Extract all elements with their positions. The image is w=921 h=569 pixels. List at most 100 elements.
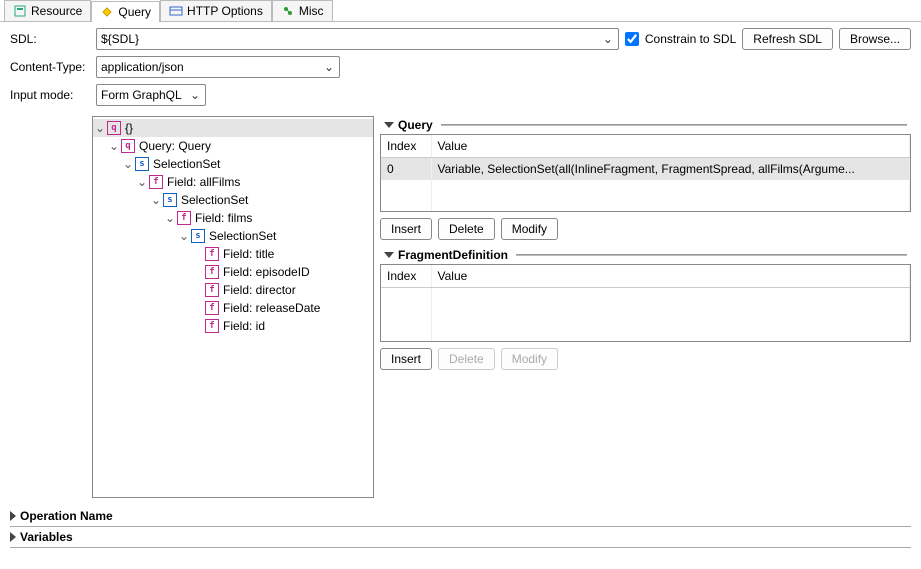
tab-label: Misc: [299, 4, 324, 18]
tab-http-options[interactable]: HTTP Options: [160, 0, 272, 21]
section-title: FragmentDefinition: [398, 248, 508, 262]
input-mode-label: Input mode:: [10, 88, 90, 102]
fragment-section-header[interactable]: FragmentDefinition: [380, 246, 911, 264]
table-row[interactable]: [381, 306, 910, 324]
chevron-down-icon: ⌄: [189, 88, 201, 102]
tab-label: Resource: [31, 4, 82, 18]
tab-misc[interactable]: Misc: [272, 0, 333, 21]
twisty-icon[interactable]: ⌄: [107, 139, 121, 153]
refresh-sdl-button[interactable]: Refresh SDL: [742, 28, 833, 50]
tree-label: Field: title: [223, 247, 274, 261]
tree-root[interactable]: ⌄ q {}: [93, 119, 373, 137]
http-icon: [169, 4, 183, 18]
delete-button[interactable]: Delete: [438, 218, 495, 240]
tree-selectionset[interactable]: ⌄ s SelectionSet: [93, 191, 373, 209]
variables-expander[interactable]: Variables: [10, 527, 911, 548]
badge-f-icon: f: [205, 301, 219, 315]
twisty-icon[interactable]: ⌄: [149, 193, 163, 207]
badge-f-icon: f: [205, 247, 219, 261]
table-row[interactable]: 0 Variable, SelectionSet(all(InlineFragm…: [381, 158, 910, 181]
operation-name-expander[interactable]: Operation Name: [10, 506, 911, 527]
tree-label: SelectionSet: [153, 157, 220, 171]
constrain-checkbox[interactable]: [625, 32, 639, 46]
tree-label: Field: id: [223, 319, 265, 333]
insert-button[interactable]: Insert: [380, 348, 432, 370]
twisty-icon[interactable]: ⌄: [93, 121, 107, 135]
twisty-icon: ⌄: [191, 265, 205, 279]
table-row[interactable]: [381, 288, 910, 306]
tree-label: SelectionSet: [181, 193, 248, 207]
badge-s-icon: s: [191, 229, 205, 243]
table-row[interactable]: [381, 324, 910, 342]
col-value[interactable]: Value: [431, 135, 910, 158]
delete-button[interactable]: Delete: [438, 348, 495, 370]
tree-selectionset[interactable]: ⌄ s SelectionSet: [93, 227, 373, 245]
modify-button[interactable]: Modify: [501, 348, 558, 370]
badge-s-icon: s: [163, 193, 177, 207]
tab-resource[interactable]: Resource: [4, 0, 91, 21]
badge-f-icon: f: [149, 175, 163, 189]
resource-icon: [13, 4, 27, 18]
tab-query[interactable]: Query: [91, 1, 160, 22]
badge-f-icon: f: [205, 283, 219, 297]
table-row[interactable]: [381, 180, 910, 198]
tree-query[interactable]: ⌄ q Query: Query: [93, 137, 373, 155]
sdl-combo[interactable]: ${SDL} ⌄: [96, 28, 619, 50]
insert-button[interactable]: Insert: [380, 218, 432, 240]
badge-f-icon: f: [205, 319, 219, 333]
modify-button[interactable]: Modify: [501, 218, 558, 240]
sdl-label: SDL:: [10, 32, 90, 46]
twisty-icon[interactable]: ⌄: [177, 229, 191, 243]
tree-selectionset[interactable]: ⌄ s SelectionSet: [93, 155, 373, 173]
tree-field-leaf[interactable]: ⌄ f Field: director: [93, 281, 373, 299]
tree-field-leaf[interactable]: ⌄ f Field: id: [93, 317, 373, 335]
expander-label: Variables: [20, 530, 73, 544]
query-table[interactable]: Index Value 0 Variable, SelectionSet(all…: [381, 135, 910, 212]
fragment-table-panel: Index Value: [380, 264, 911, 342]
expander-label: Operation Name: [20, 509, 113, 523]
input-mode-combo[interactable]: Form GraphQL ⌄: [96, 84, 206, 106]
tree-field-leaf[interactable]: ⌄ f Field: episodeID: [93, 263, 373, 281]
twisty-icon[interactable]: ⌄: [163, 211, 177, 225]
badge-f-icon: f: [205, 265, 219, 279]
col-index[interactable]: Index: [381, 135, 431, 158]
tree-label: Field: episodeID: [223, 265, 310, 279]
content-type-value: application/json: [101, 60, 323, 74]
cell-value: Variable, SelectionSet(all(InlineFragmen…: [431, 158, 910, 181]
chevron-down-icon: [384, 122, 394, 128]
tree-field-leaf[interactable]: ⌄ f Field: releaseDate: [93, 299, 373, 317]
tree-field-leaf[interactable]: ⌄ f Field: title: [93, 245, 373, 263]
badge-s-icon: s: [135, 157, 149, 171]
fragment-table[interactable]: Index Value: [381, 265, 910, 342]
constrain-label: Constrain to SDL: [645, 32, 736, 46]
twisty-icon[interactable]: ⌄: [121, 157, 135, 171]
badge-q-icon: q: [121, 139, 135, 153]
col-index[interactable]: Index: [381, 265, 431, 288]
tree-label: Field: releaseDate: [223, 301, 320, 315]
query-section-header[interactable]: Query: [380, 116, 911, 134]
badge-f-icon: f: [177, 211, 191, 225]
twisty-icon: ⌄: [191, 283, 205, 297]
section-title: Query: [398, 118, 433, 132]
misc-icon: [281, 4, 295, 18]
browse-button[interactable]: Browse...: [839, 28, 911, 50]
tab-bar: Resource Query HTTP Options Misc: [0, 0, 921, 22]
tree-field-films[interactable]: ⌄ f Field: films: [93, 209, 373, 227]
table-row[interactable]: [381, 198, 910, 212]
chevron-down-icon: [384, 252, 394, 258]
tab-label: HTTP Options: [187, 4, 263, 18]
col-value[interactable]: Value: [431, 265, 910, 288]
twisty-icon[interactable]: ⌄: [135, 175, 149, 189]
tree-label: {}: [125, 121, 133, 135]
chevron-right-icon: [10, 511, 16, 521]
tree-label: Field: allFilms: [167, 175, 240, 189]
input-mode-value: Form GraphQL: [101, 88, 189, 102]
tree-field-allfilms[interactable]: ⌄ f Field: allFilms: [93, 173, 373, 191]
tree-label: Field: films: [195, 211, 252, 225]
content-type-label: Content-Type:: [10, 60, 90, 74]
content-type-combo[interactable]: application/json ⌄: [96, 56, 340, 78]
tree-panel: ⌄ q {} ⌄ q Query: Query ⌄ s SelectionSet…: [92, 116, 374, 498]
chevron-right-icon: [10, 532, 16, 542]
twisty-icon: ⌄: [191, 319, 205, 333]
tree-label: SelectionSet: [209, 229, 276, 243]
